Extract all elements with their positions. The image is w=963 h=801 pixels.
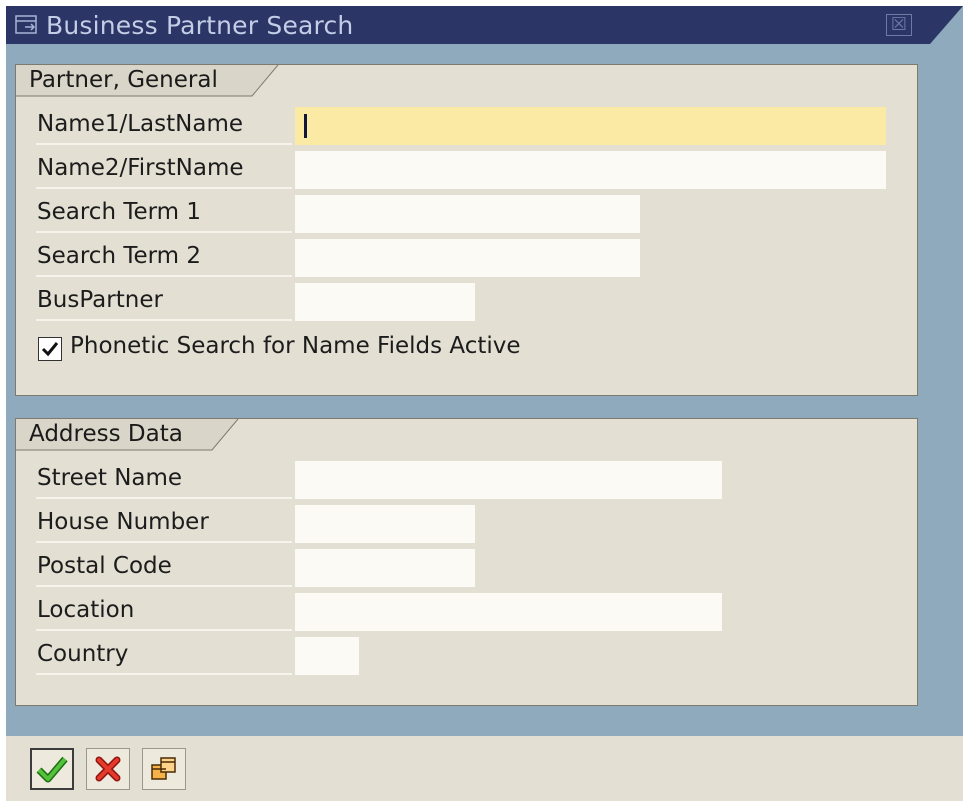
name1-label: Name1/LastName [36,107,292,145]
country-label: Country [36,637,292,675]
phonetic-search-label: Phonetic Search for Name Fields Active [70,333,521,359]
checkmark-icon [41,342,59,357]
location-input[interactable] [295,593,722,631]
new-window-button[interactable] [142,748,186,790]
cancel-button[interactable] [86,748,130,790]
bus-partner-input[interactable] [295,283,475,321]
country-input[interactable] [295,637,359,675]
search-term-2-label: Search Term 2 [36,239,292,277]
partner-general-group: Partner, General Name1/LastName Name2/Fi… [15,64,918,396]
search-term-1-label: Search Term 1 [36,195,292,233]
title-bar: Business Partner Search ☒ [6,6,963,44]
group-title: Address Data [29,421,183,447]
postal-code-label: Postal Code [36,549,292,587]
dialog-window: Business Partner Search ☒ Partner, Gener… [6,6,963,801]
phonetic-search-checkbox[interactable] [38,337,62,361]
house-number-input[interactable] [295,505,475,543]
execute-button[interactable] [30,748,74,790]
name2-input[interactable] [295,151,886,189]
name1-input[interactable] [295,107,886,145]
search-term-2-input[interactable] [295,239,640,277]
street-name-input[interactable] [295,461,722,499]
street-name-label: Street Name [36,461,292,499]
checkmark-icon [36,756,68,783]
cancel-x-icon [95,756,121,782]
dialog-window-icon [14,14,40,36]
close-icon[interactable]: ☒ [886,14,912,36]
house-number-label: House Number [36,505,292,543]
address-data-group: Address Data Street Name House Number Po… [15,418,918,706]
bus-partner-label: BusPartner [36,283,292,321]
postal-code-input[interactable] [295,549,475,587]
copy-window-icon [151,757,176,780]
group-title: Partner, General [29,67,218,93]
button-bar [6,736,963,801]
location-label: Location [36,593,292,631]
name2-label: Name2/FirstName [36,151,292,189]
text-cursor [304,114,307,138]
search-term-1-input[interactable] [295,195,640,233]
window-title: Business Partner Search [46,11,354,40]
